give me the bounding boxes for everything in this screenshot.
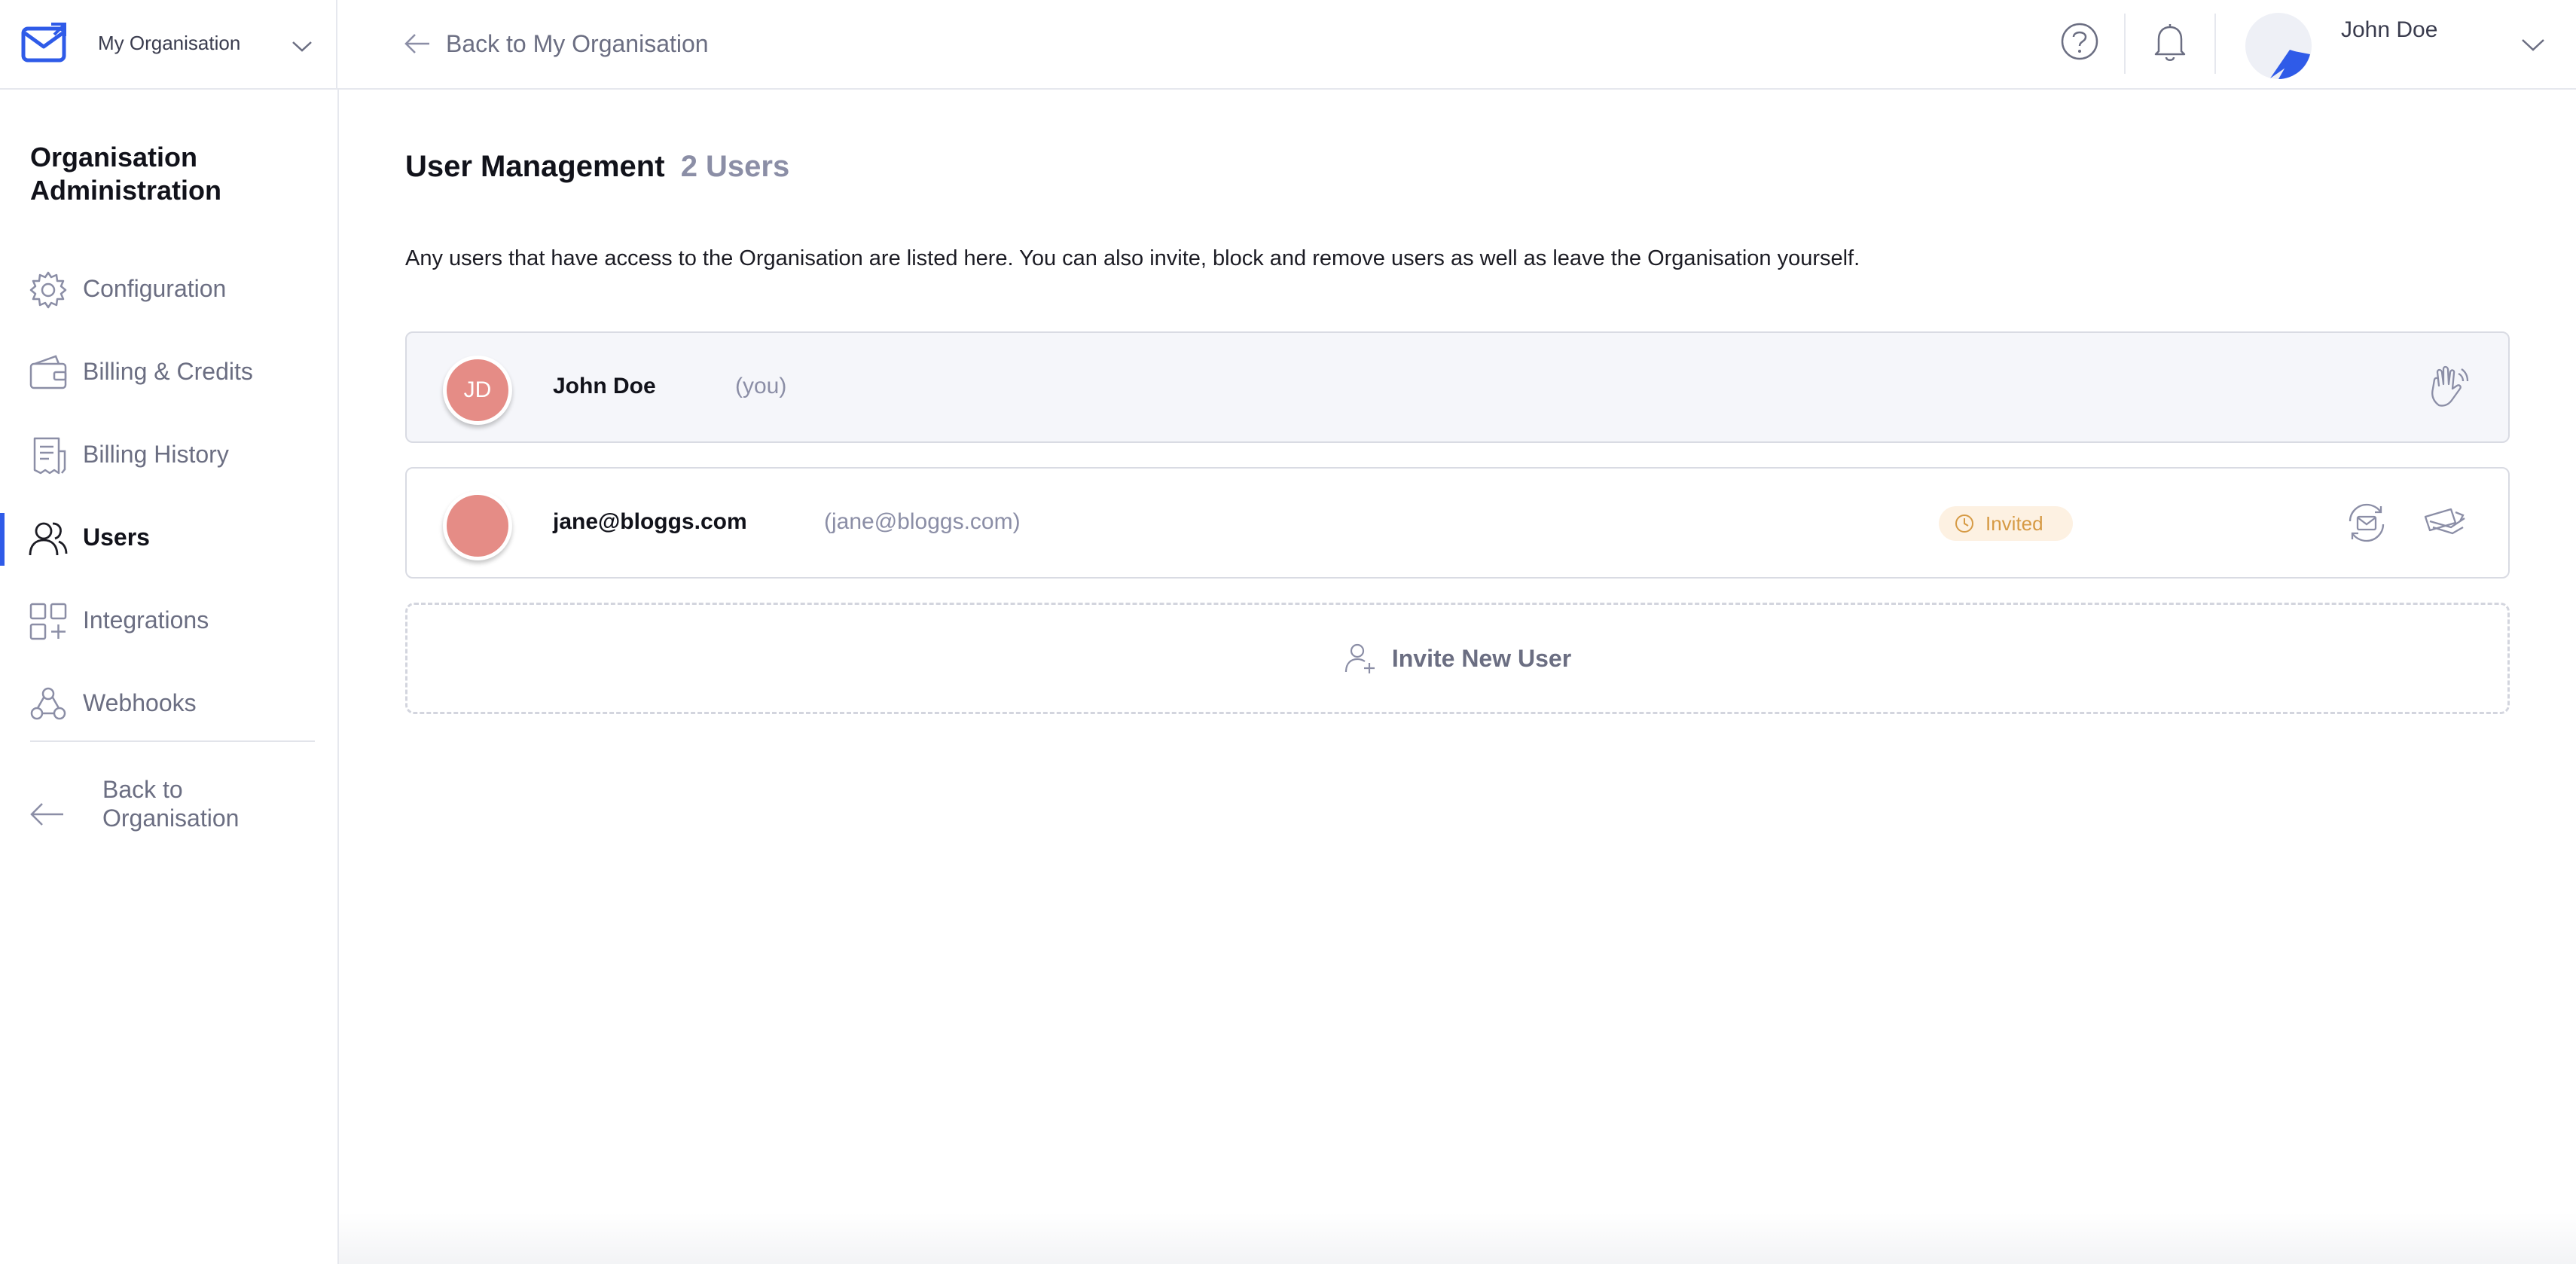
sidebar-item-label: Webhooks	[83, 689, 197, 716]
status-badge: Invited	[1939, 506, 2073, 541]
arrow-left-icon	[30, 803, 63, 826]
user-count: 2 Users	[680, 150, 790, 183]
user-name: John Doe	[2341, 17, 2438, 42]
clock-icon	[1955, 514, 1973, 533]
sidebar-item-label: Billing & Credits	[83, 358, 253, 385]
sidebar-item-configuration[interactable]: Configuration	[0, 248, 337, 331]
sidebar-item-label: Billing History	[83, 441, 229, 468]
sidebar-item-label: Configuration	[83, 275, 227, 302]
back-to-organisation-link[interactable]: Back to My Organisation	[404, 26, 709, 62]
add-user-icon	[1344, 643, 1375, 673]
help-icon[interactable]	[2059, 21, 2100, 62]
sidebar-item-billing-history[interactable]: Billing History	[0, 414, 337, 496]
sidebar-item-label: Users	[83, 524, 150, 551]
active-indicator	[0, 513, 5, 566]
invite-new-user-label: Invite New User	[1391, 644, 1572, 672]
sidebar-item-billing-credits[interactable]: Billing & Credits	[0, 331, 337, 414]
organisation-name: My Organisation	[98, 32, 241, 54]
user-row-sub: (jane@bloggs.com)	[824, 509, 1021, 534]
revoke-invite-icon[interactable]	[2421, 499, 2469, 547]
back-link-label: Back to My Organisation	[446, 29, 709, 57]
users-icon	[29, 522, 68, 556]
avatar	[2245, 13, 2312, 79]
user-row-name: John Doe	[553, 374, 656, 398]
receipt-icon	[33, 437, 66, 475]
sidebar-divider	[30, 740, 315, 742]
integrations-icon	[29, 603, 67, 640]
gear-icon	[29, 271, 67, 309]
page-title-text: User Management	[405, 150, 665, 183]
sidebar-item-webhooks[interactable]: Webhooks	[0, 662, 337, 745]
app-root: My Organisation Back to My Organisation	[0, 0, 2576, 1264]
topbar-divider	[2124, 14, 2126, 74]
sidebar-item-users[interactable]: Users	[0, 496, 337, 579]
chevron-down-icon	[2522, 39, 2544, 51]
arrow-left-icon	[404, 34, 429, 53]
invite-new-user-button[interactable]: Invite New User	[405, 603, 2510, 714]
topbar-divider	[2214, 14, 2216, 74]
user-row-name: jane@bloggs.com	[553, 509, 747, 534]
status-badge-label: Invited	[1985, 511, 2043, 535]
webhook-icon	[30, 687, 66, 720]
bell-icon[interactable]	[2150, 21, 2190, 63]
main-content: User Management 2 Users Any users that h…	[339, 90, 2576, 1264]
sidebar-item-label: Integrations	[83, 606, 209, 634]
back-to-organisation-button[interactable]: Back to Organisation	[29, 775, 322, 850]
top-bar: My Organisation Back to My Organisation	[0, 0, 2576, 90]
organisation-switcher[interactable]: My Organisation	[0, 0, 337, 88]
chevron-down-icon	[292, 41, 312, 52]
page-title: User Management 2 Users	[405, 150, 789, 184]
user-menu[interactable]: John Doe	[2245, 11, 2561, 79]
sidebar-title: Organisation Administration	[30, 142, 222, 206]
list-item: JD John Doe (you)	[405, 331, 2510, 443]
user-row-sub: (you)	[735, 374, 787, 398]
back-to-organisation-label: Back to Organisation	[102, 776, 240, 832]
list-item: jane@bloggs.com (jane@bloggs.com) Invite…	[405, 467, 2510, 579]
avatar	[443, 491, 512, 560]
avatar: JD	[443, 356, 512, 425]
wallet-icon	[29, 355, 67, 389]
sidebar-nav: Configuration Billing & Credits Billing …	[0, 248, 337, 745]
page-description: Any users that have access to the Organi…	[405, 246, 1860, 270]
mail-logo-icon	[21, 23, 66, 63]
wave-icon[interactable]	[2424, 363, 2472, 411]
sidebar-item-integrations[interactable]: Integrations	[0, 579, 337, 662]
sidebar: Organisation Administration Configuratio…	[0, 90, 339, 1264]
resend-invite-icon[interactable]	[2343, 499, 2391, 547]
